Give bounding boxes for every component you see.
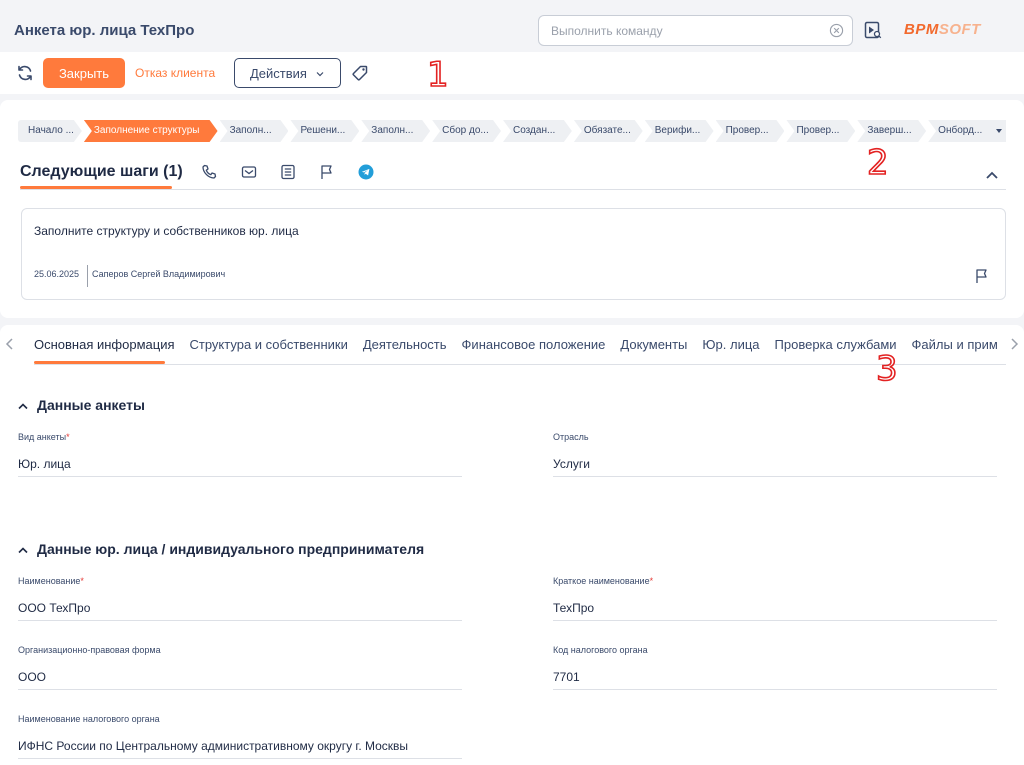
name-label: Наименование*: [18, 576, 84, 586]
chevron-up-icon: [18, 547, 28, 554]
task-card[interactable]: [21, 208, 1006, 300]
chevron-right-icon[interactable]: [1009, 338, 1019, 350]
close-button[interactable]: Закрыть: [43, 58, 125, 88]
stage-item[interactable]: Начало ...: [18, 120, 82, 142]
legal-form-field[interactable]: ООО: [18, 670, 46, 684]
caret-down-icon: [996, 129, 1003, 133]
stage-item[interactable]: Создан...: [503, 120, 572, 142]
industry-label: Отрасль: [553, 432, 589, 442]
tab-strip: Основная информация Структура и собственн…: [34, 338, 998, 364]
field-underline: [553, 689, 997, 690]
tab-documents[interactable]: Документы: [620, 338, 687, 352]
stage-item[interactable]: Заполн...: [361, 120, 430, 142]
email-icon[interactable]: [241, 164, 257, 180]
chevron-left-icon[interactable]: [5, 338, 15, 350]
annotation-marker-1: 1: [426, 55, 449, 95]
stage-item[interactable]: Провер...: [716, 120, 785, 142]
annotation-marker-3: 3: [875, 349, 898, 389]
form-type-field[interactable]: Юр. лица: [18, 457, 71, 471]
note-icon[interactable]: [280, 164, 296, 180]
stage-bar: Начало ... Заполнение структуры Заполн..…: [18, 120, 1008, 142]
refresh-icon[interactable]: [16, 64, 34, 82]
stage-item[interactable]: Обязате...: [574, 120, 643, 142]
stage-item[interactable]: Заверш...: [857, 120, 926, 142]
tax-code-label: Код налогового органа: [553, 645, 648, 655]
field-underline: [18, 758, 462, 759]
field-underline: [18, 689, 462, 690]
short-name-field[interactable]: ТехПро: [553, 601, 594, 615]
short-name-label: Краткое наименование*: [553, 576, 654, 586]
task-owner: Саперов Сергей Владимирович: [92, 269, 226, 279]
stage-item[interactable]: Заполн...: [220, 120, 289, 142]
tab-financial[interactable]: Финансовое положение: [462, 338, 606, 352]
stage-item[interactable]: Заполнение структуры: [84, 120, 218, 142]
flag-icon[interactable]: [319, 164, 335, 180]
industry-field[interactable]: Услуги: [553, 457, 590, 471]
actions-label: Действия: [250, 65, 307, 81]
annotation-marker-2: 2: [866, 143, 889, 183]
phone-icon[interactable]: [201, 164, 217, 180]
chevron-down-icon: [316, 72, 324, 77]
name-field[interactable]: ООО ТехПро: [18, 601, 90, 615]
command-input[interactable]: [551, 24, 821, 38]
tab-structure[interactable]: Структура и собственники: [190, 338, 348, 352]
tab-main-info[interactable]: Основная информация: [34, 338, 175, 352]
stage-item[interactable]: Провер...: [786, 120, 855, 142]
client-reject-button[interactable]: Отказ клиента: [135, 66, 215, 80]
section-title: Данные юр. лица / индивидуального предпр…: [37, 541, 425, 557]
chevron-up-icon: [18, 403, 28, 410]
tab-legal-entities[interactable]: Юр. лица: [702, 338, 759, 352]
stage-item[interactable]: Онборд...: [928, 120, 1007, 142]
field-underline: [18, 476, 462, 477]
field-underline: [553, 476, 997, 477]
clear-icon[interactable]: [829, 23, 844, 38]
task-date: 25.06.2025: [34, 269, 80, 279]
section-entity-header[interactable]: Данные юр. лица / индивидуального предпр…: [18, 541, 424, 557]
telegram-icon[interactable]: [358, 164, 374, 180]
section-questionnaire-header[interactable]: Данные анкеты: [18, 397, 145, 413]
section-title: Данные анкеты: [37, 397, 145, 413]
flag-icon[interactable]: [974, 268, 990, 284]
chevron-up-icon[interactable]: [985, 170, 999, 180]
next-steps-title[interactable]: Следующие шаги (1): [20, 163, 183, 181]
tab-files[interactable]: Файлы и примечания: [912, 338, 998, 352]
field-underline: [553, 620, 997, 621]
tax-name-field[interactable]: ИФНС России по Центральному администрати…: [18, 739, 408, 753]
form-type-label: Вид анкеты*: [18, 432, 70, 442]
divider: [20, 189, 1006, 190]
process-search-icon[interactable]: [864, 21, 882, 39]
bpmsoft-logo: ВРМSOFT: [904, 21, 981, 38]
tax-name-label: Наименование налогового органа: [18, 714, 160, 724]
task-text[interactable]: Заполните структуру и собственников юр. …: [34, 224, 299, 238]
divider: [87, 265, 88, 287]
stage-item[interactable]: Верифи...: [645, 120, 714, 142]
stage-item[interactable]: Сбор до...: [432, 120, 501, 142]
actions-button[interactable]: Действия: [234, 58, 341, 88]
legal-form-label: Организационно-правовая форма: [18, 645, 161, 655]
tax-code-field[interactable]: 7701: [553, 670, 580, 684]
divider: [34, 364, 1006, 365]
page-title: Анкета юр. лица ТехПро: [14, 22, 195, 39]
command-box[interactable]: [538, 15, 853, 46]
tab-activity[interactable]: Деятельность: [363, 338, 447, 352]
tag-icon[interactable]: [351, 64, 369, 82]
field-underline: [18, 620, 462, 621]
stage-item[interactable]: Решени...: [290, 120, 359, 142]
stage-item-label: Онборд...: [938, 125, 983, 136]
